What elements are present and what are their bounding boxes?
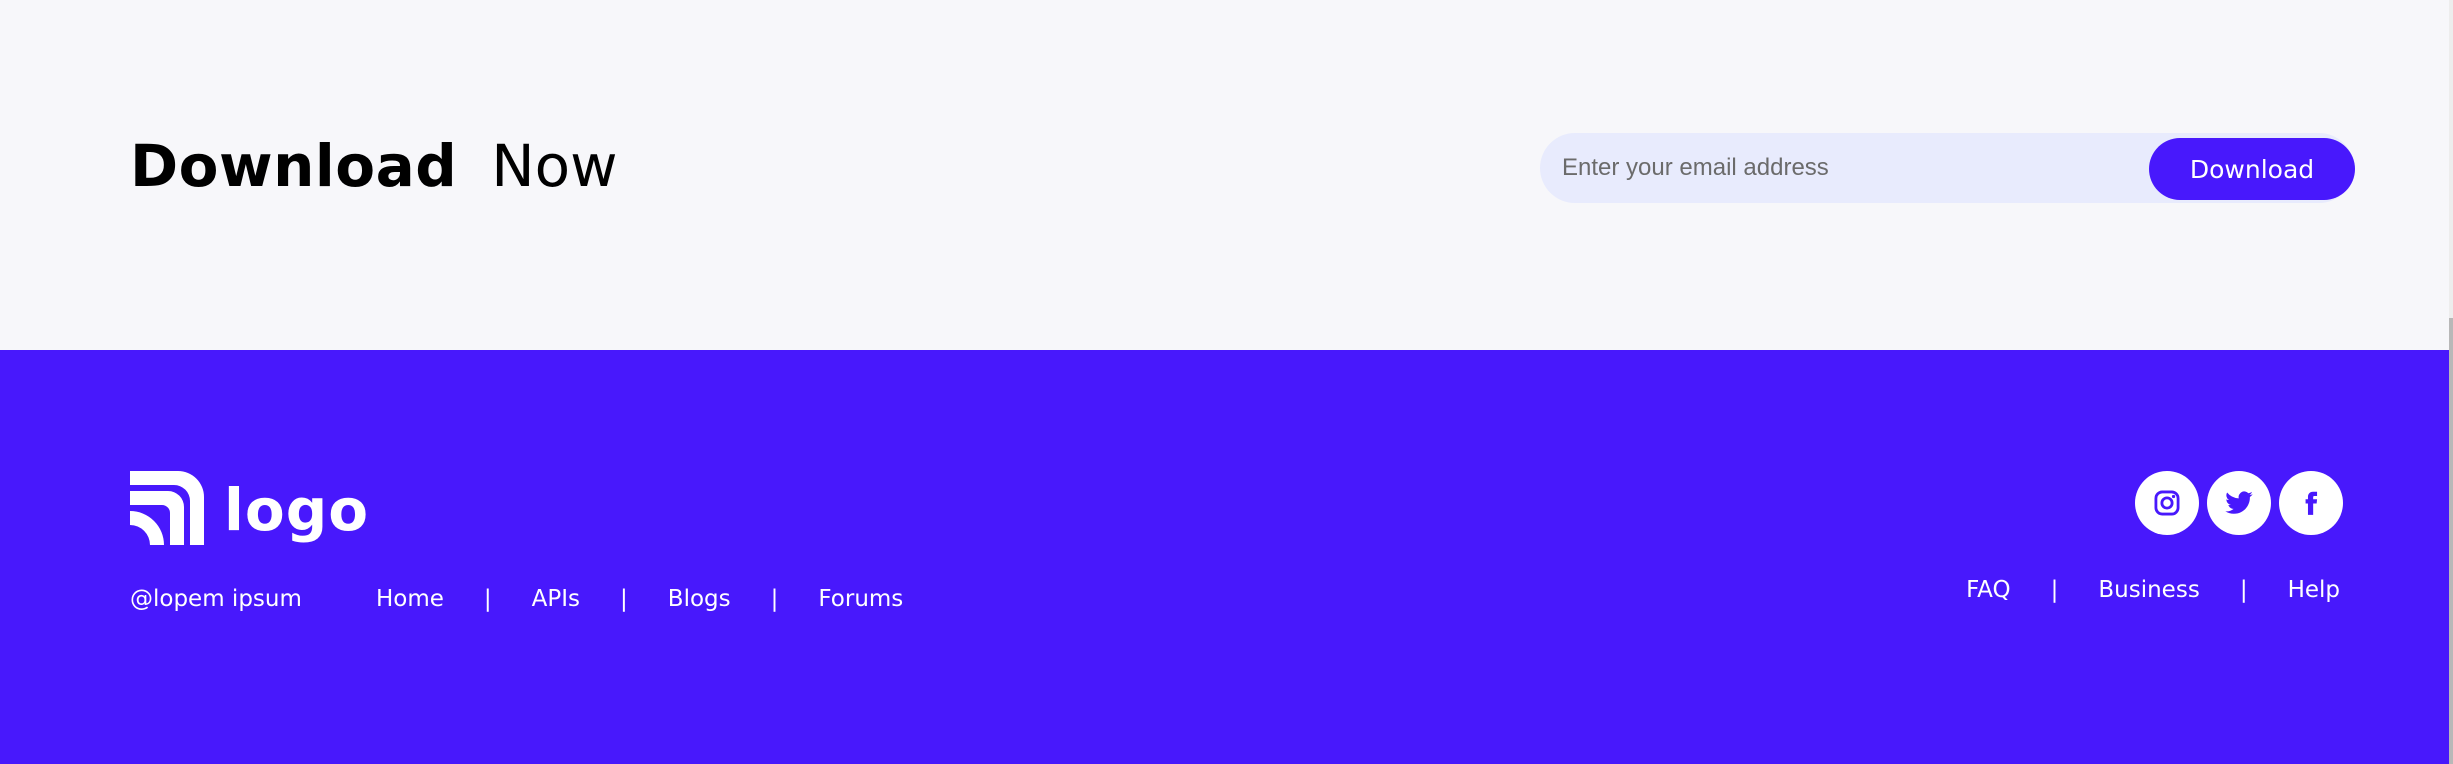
- email-signup-form: Download: [1540, 133, 2355, 203]
- footer-link-blogs[interactable]: Blogs: [668, 584, 731, 614]
- download-section: Download Now Download: [0, 0, 2453, 350]
- social-links: [2127, 471, 2343, 535]
- twitter-link[interactable]: [2207, 471, 2271, 535]
- logo-mark-icon: [130, 471, 204, 545]
- footer-link-business[interactable]: Business: [2098, 575, 2199, 605]
- download-heading: Download Now: [130, 128, 618, 204]
- scrollbar-thumb[interactable]: [2449, 318, 2453, 764]
- twitter-icon: [2225, 491, 2253, 514]
- nav-separator: |: [483, 586, 492, 612]
- footer-link-home[interactable]: Home: [376, 584, 444, 614]
- nav-separator: |: [770, 586, 779, 612]
- nav-separator: |: [2239, 577, 2248, 603]
- nav-separator: |: [620, 586, 628, 612]
- download-button[interactable]: Download: [2149, 138, 2355, 200]
- instagram-link[interactable]: [2135, 471, 2199, 535]
- page-scrollbar[interactable]: [2449, 0, 2453, 764]
- email-input[interactable]: [1540, 133, 2130, 203]
- footer-nav-primary: Home | APIs | Blogs | Forums: [376, 584, 903, 614]
- footer: logo @lopem ipsum Home | APIs | Blogs | …: [0, 350, 2453, 764]
- footer-link-forums[interactable]: Forums: [818, 584, 903, 614]
- logo-text: logo: [224, 476, 370, 544]
- heading-light-text: Now: [491, 132, 618, 200]
- footer-link-help[interactable]: Help: [2288, 575, 2340, 605]
- footer-nav-secondary: FAQ | Business | Help: [1966, 575, 2340, 605]
- footer-link-apis[interactable]: APIs: [532, 584, 580, 614]
- facebook-icon: [2305, 491, 2318, 515]
- heading-bold-text: Download: [130, 132, 458, 200]
- facebook-link[interactable]: [2279, 471, 2343, 535]
- footer-logo[interactable]: logo: [130, 470, 369, 546]
- copyright-text: @lopem ipsum: [130, 586, 302, 612]
- footer-link-faq[interactable]: FAQ: [1966, 575, 2011, 605]
- nav-separator: |: [2050, 577, 2059, 603]
- instagram-icon: [2154, 490, 2180, 516]
